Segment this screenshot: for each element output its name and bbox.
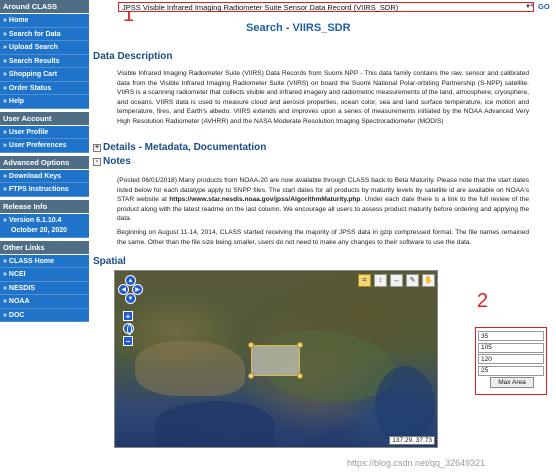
dataset-select[interactable]: JPSS Visible Infrared Imaging Radiometer… <box>118 2 534 12</box>
expand-icon[interactable]: + <box>93 144 101 152</box>
spatial-map[interactable]: ▲ ◀ ▶ ▼ + − ⌗ ↕ ↔ ✎ ✋ 137.29, 37.73 <box>114 270 438 448</box>
sidebar-item-user-profile[interactable]: » User Profile <box>0 125 89 139</box>
release-date: October 20, 2020 <box>11 226 68 234</box>
sidebar-heading-other-links: Other Links <box>0 240 89 255</box>
zoom-in-button[interactable]: + <box>123 311 133 321</box>
sidebar-item-class-home[interactable]: » CLASS Home <box>0 254 89 268</box>
sidebar-item-search-results[interactable]: » Search Results <box>0 54 89 68</box>
sidebar: Around CLASS » Home » Search for Data » Upl… <box>0 0 89 330</box>
sidebar-heading-advanced-options: Advanced Options <box>0 155 89 170</box>
data-description-text: Visible Infrared Imaging Radiometer Suit… <box>117 70 529 125</box>
coordinate-panel: Max Area <box>475 327 547 395</box>
notes-section[interactable]: - Notes <box>93 156 131 167</box>
page-title: Search - VIIRS_SDR <box>246 22 351 34</box>
notes-paragraph-1: (Posted 06/01/2018) Many products from N… <box>117 177 530 223</box>
pan-hand-icon[interactable]: ✋ <box>422 274 435 287</box>
go-arrow-icon: » <box>530 2 534 9</box>
draw-icon[interactable]: ✎ <box>406 274 419 287</box>
sidebar-item-help[interactable]: » Help <box>0 95 89 109</box>
dataset-select-value: JPSS Visible Infrared Imaging Radiometer… <box>122 2 399 12</box>
sidebar-item-ftps-instructions[interactable]: » FTPS Instructions <box>0 183 89 197</box>
west-longitude-input[interactable] <box>478 342 544 353</box>
sidebar-item-download-keys[interactable]: » Download Keys <box>0 169 89 183</box>
map-sea <box>155 401 275 447</box>
notes-paragraph-2: Beginning on August 11-14, 2014, CLASS s… <box>117 229 529 246</box>
east-longitude-input[interactable] <box>478 354 544 364</box>
sidebar-item-nesdis[interactable]: » NESDIS <box>0 281 89 295</box>
annotation-marker-2: 2 <box>477 290 489 312</box>
notes-heading[interactable]: Notes <box>103 156 131 167</box>
collapse-icon[interactable]: - <box>93 158 101 166</box>
algorithm-maturity-link[interactable]: https://www.star.nesdis.noaa.gov/jpss/Al… <box>169 196 360 203</box>
sidebar-item-search-for-data[interactable]: » Search for Data <box>0 27 89 41</box>
coordinate-readout: 137.29, 37.73 <box>389 436 435 445</box>
sidebar-heading-around-class: Around CLASS <box>0 0 89 14</box>
selection-handle[interactable] <box>248 342 254 348</box>
watermark: https://blog.csdn.net/qq_32649321 <box>347 458 486 468</box>
sidebar-heading-user-account: User Account <box>0 111 89 126</box>
sidebar-item-noaa[interactable]: » NOAA <box>0 295 89 309</box>
zoom-out-button[interactable]: − <box>123 336 133 346</box>
sidebar-item-user-preferences[interactable]: » User Preferences <box>0 139 89 153</box>
selection-box[interactable] <box>251 345 300 376</box>
sidebar-item-ncei[interactable]: » NCEI <box>0 268 89 282</box>
box-select-icon[interactable]: ⌗ <box>358 274 371 287</box>
sidebar-item-version[interactable]: » Version 6.1.10.4 October 20, 2020 <box>0 213 89 238</box>
max-area-button[interactable]: Max Area <box>490 377 534 388</box>
south-latitude-input[interactable] <box>478 365 544 376</box>
data-description-heading: Data Description <box>93 51 173 62</box>
map-sea <box>375 366 435 446</box>
release-version: Version 6.1.10.4 <box>8 216 62 224</box>
spatial-heading: Spatial <box>93 256 126 267</box>
sidebar-item-upload-search[interactable]: » Upload Search <box>0 41 89 55</box>
sidebar-item-doc[interactable]: » DOC <box>0 308 89 322</box>
sidebar-heading-release-info: Release Info <box>0 199 89 214</box>
map-land <box>135 341 245 396</box>
globe-icon[interactable] <box>123 323 134 335</box>
details-heading[interactable]: Details - Metadata, Documentation <box>103 142 266 153</box>
selection-handle[interactable] <box>297 342 303 348</box>
pan-down-icon[interactable]: ▼ <box>125 293 136 304</box>
north-latitude-input[interactable] <box>478 331 544 341</box>
horizontal-line-icon[interactable]: ↔ <box>390 274 403 287</box>
details-section[interactable]: + Details - Metadata, Documentation <box>93 142 266 153</box>
sidebar-item-home[interactable]: » Home <box>0 14 89 28</box>
sidebar-item-shopping-cart[interactable]: » Shopping Cart <box>0 68 89 82</box>
vertical-line-icon[interactable]: ↕ <box>374 274 387 287</box>
sidebar-item-order-status[interactable]: » Order Status <box>0 81 89 95</box>
map-toolbar: ⌗ ↕ ↔ ✎ ✋ <box>358 274 435 287</box>
selection-handle[interactable] <box>248 373 254 379</box>
selection-handle[interactable] <box>297 373 303 379</box>
go-button[interactable]: GO <box>538 2 550 11</box>
pan-control: ▲ ◀ ▶ ▼ <box>118 275 143 305</box>
